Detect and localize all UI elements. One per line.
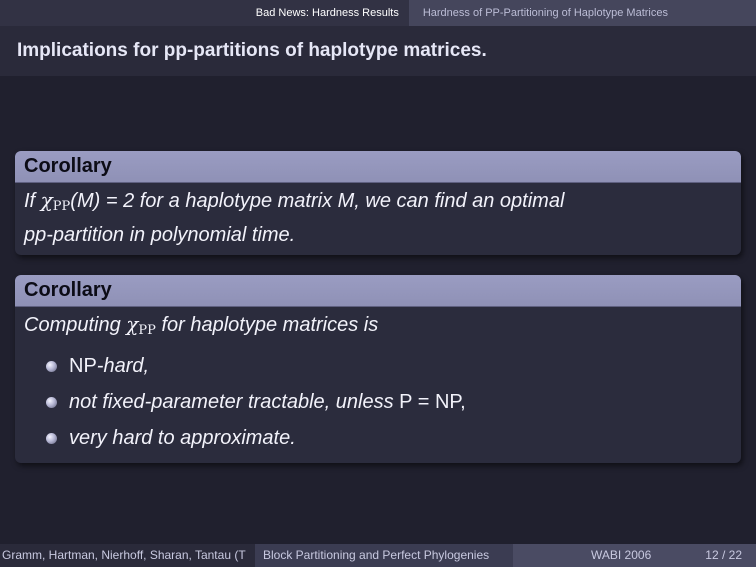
p-np-equation: P = NP xyxy=(399,391,461,413)
chi-subscript: PP xyxy=(52,199,71,214)
chi-symbol: χ xyxy=(40,188,53,212)
corollary-block-1: Corollary If χPP(M) = 2 for a haplotype … xyxy=(15,151,741,255)
corollary-1-line2: pp-partition in polynomial time. xyxy=(24,224,296,246)
bullet-icon xyxy=(46,361,57,372)
block-title: Corollary xyxy=(15,151,741,183)
frame-title-bar: Implications for pp-partitions of haplot… xyxy=(0,26,756,76)
bullet-icon xyxy=(46,397,57,408)
footer: Gramm, Hartman, Nierhoff, Sharan, Tantau… xyxy=(0,544,756,567)
corollary-1-text: (M) = 2 for a haplotype matrix M, we can… xyxy=(70,190,565,212)
item-text: not fixed-parameter tractable, unless xyxy=(69,391,400,413)
corollary-block-2: Corollary Computing χPP for haplotype ma… xyxy=(15,275,741,463)
page-number: 12 / 22 xyxy=(705,548,742,562)
block-title: Corollary xyxy=(15,275,741,307)
nav-subsection[interactable]: Hardness of PP-Partitioning of Haplotype… xyxy=(408,0,756,26)
block-body: If χPP(M) = 2 for a haplotype matrix M, … xyxy=(15,183,741,255)
list-item: very hard to approximate. xyxy=(44,421,732,457)
footer-talk-title[interactable]: Block Partitioning and Perfect Phylogeni… xyxy=(255,544,513,567)
chi-subscript: PP xyxy=(138,323,156,338)
bullet-icon xyxy=(46,433,57,444)
list-item: not fixed-parameter tractable, unless P … xyxy=(44,385,732,421)
item-end: , xyxy=(460,391,466,413)
intro-pre: Computing xyxy=(24,314,127,336)
block-body: Computing χPP for haplotype matrices is … xyxy=(15,307,741,463)
header-navigation: Bad News: Hardness Results Hardness of P… xyxy=(0,0,756,26)
text-if: If xyxy=(24,190,41,212)
item-text: -hard, xyxy=(96,355,150,377)
nav-section-current[interactable]: Bad News: Hardness Results xyxy=(245,0,409,26)
list-item: NP-hard, xyxy=(44,349,732,385)
frame-title: Implications for pp-partitions of haplot… xyxy=(17,40,487,61)
item-text: very hard to approximate. xyxy=(69,427,296,449)
footer-authors[interactable]: Gramm, Hartman, Nierhoff, Sharan, Tantau… xyxy=(0,544,255,567)
footer-info: WABI 2006 12 / 22 xyxy=(513,544,756,567)
np-term: NP xyxy=(69,355,97,377)
chi-symbol: χ xyxy=(126,312,139,336)
property-list: NP-hard, not fixed-parameter tractable, … xyxy=(24,349,732,457)
footer-event: WABI 2006 xyxy=(591,548,652,562)
intro-post: for haplotype matrices is xyxy=(155,314,379,336)
